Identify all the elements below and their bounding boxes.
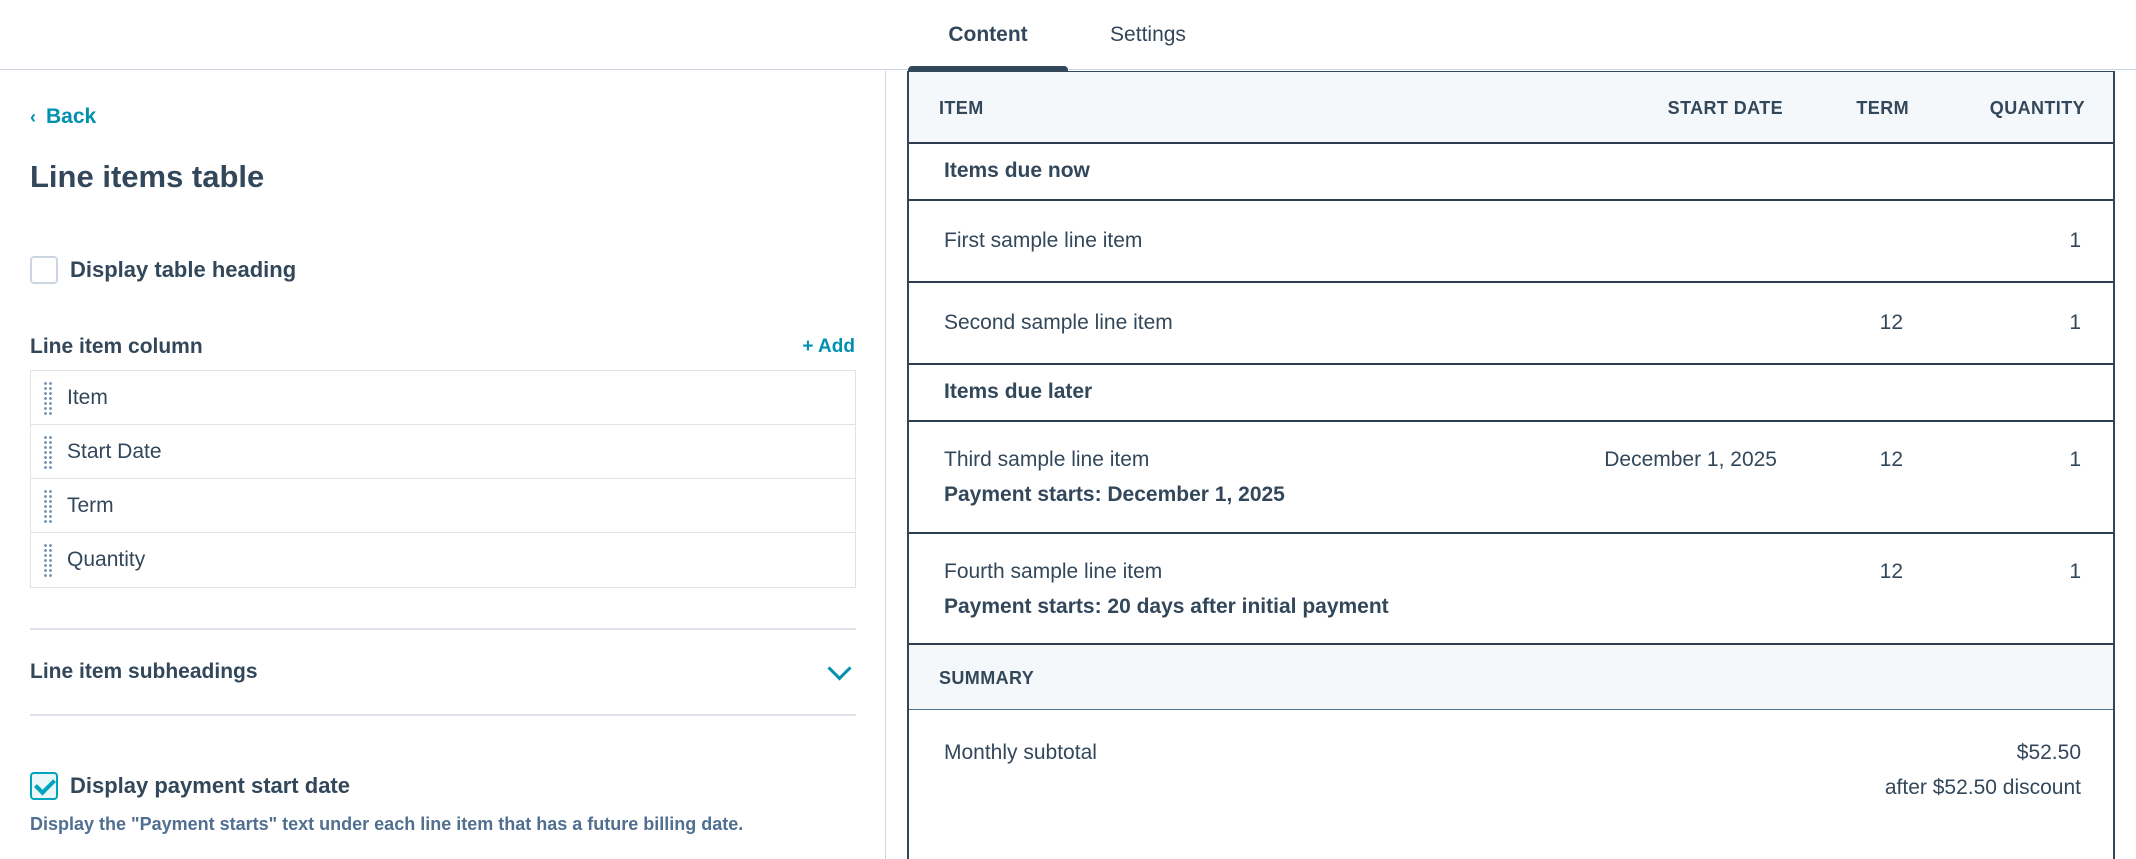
back-link[interactable]: ‹ Back: [30, 105, 96, 129]
item-name: Fourth sample line item: [944, 560, 1163, 583]
tab-content[interactable]: Content: [908, 0, 1068, 71]
column-item-item[interactable]: Item: [31, 371, 855, 425]
panel-title: Line items table: [30, 159, 265, 194]
column-item-term[interactable]: Term: [31, 479, 855, 533]
add-column-button[interactable]: + Add: [802, 336, 855, 358]
item-quantity: 1: [2069, 560, 2081, 583]
item-term: 12: [1879, 560, 1903, 583]
column-item-label: Start Date: [67, 439, 162, 463]
editor-panel: ‹ Back Line items table Display table he…: [0, 71, 886, 859]
item-start-date: December 1, 2025: [1604, 448, 1777, 471]
line-item-subheadings-label: Line item subheadings: [30, 660, 258, 683]
header-term: TERM: [1856, 98, 1909, 118]
display-table-heading-toggle[interactable]: Display table heading: [30, 256, 296, 284]
column-item-quantity[interactable]: Quantity: [31, 533, 855, 587]
back-label: Back: [46, 105, 97, 128]
group-heading-row: Items due later: [909, 365, 2113, 422]
section-divider: [30, 628, 856, 630]
summary-header-row: SUMMARY: [909, 645, 2113, 710]
item-term: 12: [1879, 448, 1903, 471]
summary-amount: $52.50: [2016, 741, 2081, 764]
line-item-subheadings-accordion[interactable]: Line item subheadings: [30, 652, 856, 692]
line-items-preview-table: ITEM START DATE TERM QUANTITY Items due …: [907, 71, 2115, 859]
chevron-down-icon: [827, 655, 852, 681]
summary-label: SUMMARY: [939, 668, 1035, 688]
display-payment-start-label: Display payment start date: [70, 773, 350, 798]
tab-content-label: Content: [948, 23, 1028, 46]
group-heading-row: Items due now: [909, 144, 2113, 201]
summary-discount-note: after $52.50 discount: [1884, 776, 2081, 799]
header-quantity: QUANTITY: [1989, 98, 2085, 118]
summary-row: Monthly subtotal $52.50 after $52.50 dis…: [909, 710, 2113, 859]
tab-bar: Content Settings: [0, 0, 2136, 71]
column-item-label: Term: [67, 493, 114, 517]
tab-settings[interactable]: Settings: [1068, 0, 1228, 70]
table-row: Third sample line item Payment starts: D…: [909, 422, 2113, 534]
payment-start-text: Payment starts: December 1, 2025: [944, 483, 1285, 506]
chevron-left-icon: ‹: [30, 106, 36, 127]
tab-settings-label: Settings: [1110, 23, 1186, 46]
section-divider: [30, 714, 856, 716]
item-name: First sample line item: [944, 229, 1143, 252]
table-row: Fourth sample line item Payment starts: …: [909, 534, 2113, 645]
payment-start-help-text: Display the "Payment starts" text under …: [30, 814, 744, 834]
display-table-heading-label: Display table heading: [70, 257, 297, 282]
table-row: Second sample line item 12 1: [909, 283, 2113, 365]
item-quantity: 1: [2069, 311, 2081, 334]
item-name: Second sample line item: [944, 311, 1173, 334]
item-quantity: 1: [2069, 229, 2081, 252]
display-payment-start-checkbox[interactable]: [30, 772, 58, 800]
table-header-row: ITEM START DATE TERM QUANTITY: [909, 72, 2113, 144]
group-heading: Items due later: [944, 380, 1093, 403]
line-item-column-label: Line item column: [30, 335, 203, 358]
item-quantity: 1: [2069, 448, 2081, 471]
payment-start-text: Payment starts: 20 days after initial pa…: [944, 595, 1389, 618]
drag-handle-icon[interactable]: [43, 543, 53, 577]
display-payment-start-toggle[interactable]: Display payment start date: [30, 772, 350, 800]
display-table-heading-checkbox[interactable]: [30, 256, 58, 284]
group-heading: Items due now: [944, 159, 1090, 182]
column-item-label: Quantity: [67, 548, 146, 571]
column-item-start-date[interactable]: Start Date: [31, 425, 855, 479]
column-item-label: Item: [67, 385, 108, 409]
drag-handle-icon[interactable]: [43, 488, 53, 523]
header-start-date: START DATE: [1667, 98, 1783, 118]
item-term: 12: [1879, 311, 1903, 334]
item-name: Third sample line item: [944, 448, 1150, 471]
header-item: ITEM: [939, 98, 984, 118]
table-row: First sample line item 1: [909, 201, 2113, 283]
drag-handle-icon[interactable]: [43, 434, 53, 469]
drag-handle-icon[interactable]: [43, 380, 53, 415]
summary-row-label: Monthly subtotal: [944, 741, 1097, 764]
line-item-column-list: Item Start Date Term Quantity: [30, 370, 856, 588]
